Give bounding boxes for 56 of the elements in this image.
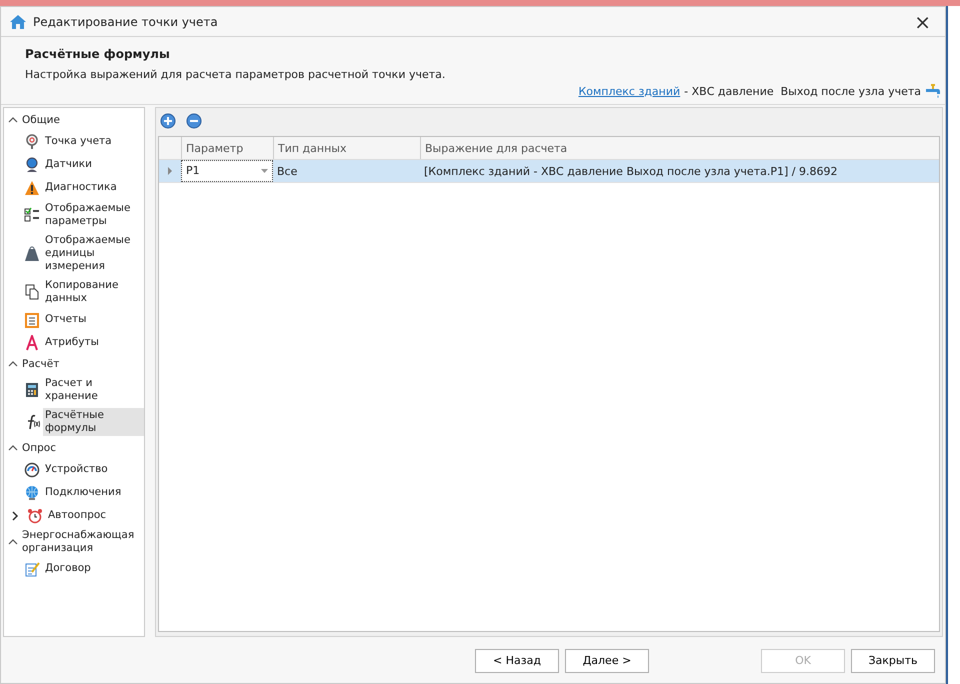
nav-item[interactable]: Автоопрос	[46, 508, 108, 523]
nav-item[interactable]: Договор	[43, 561, 93, 576]
dialog-button[interactable]: Закрыть	[851, 649, 935, 673]
nav-item[interactable]: Подключения	[43, 485, 124, 500]
nav-item[interactable]: Отчеты	[43, 312, 88, 327]
nav-item[interactable]: Расчётные формулы	[43, 408, 144, 436]
copy-icon	[24, 284, 40, 300]
nav-item[interactable]: Датчики	[43, 157, 94, 172]
collapse-icon[interactable]	[8, 537, 18, 547]
dropdown-arrow-icon[interactable]	[261, 169, 268, 173]
house-icon	[9, 14, 27, 30]
webcam-icon	[24, 156, 40, 172]
collapse-icon[interactable]	[8, 115, 18, 125]
gauge-icon	[24, 462, 40, 478]
nav-item[interactable]: Атрибуты	[43, 335, 101, 350]
nav-item[interactable]: Отображаемые параметры	[43, 201, 144, 229]
collapse-icon[interactable]	[8, 359, 18, 369]
page-title: Расчётные формулы	[25, 47, 171, 62]
group-label: Общие	[22, 114, 60, 126]
table-cell-text: [Комплекс зданий - ХВС давление Выход после узла учета.P1] / 9.8692	[423, 164, 838, 180]
column-header[interactable]: Параметр	[181, 137, 273, 159]
nav-item[interactable]: Копирование данных	[43, 278, 144, 306]
weight-icon	[24, 246, 40, 262]
close-button[interactable]: ×	[908, 12, 937, 32]
nav-item[interactable]: Расчет и хранение	[43, 376, 144, 404]
group-label: Энергоснабжающая организация	[22, 529, 136, 555]
remove-icon[interactable]	[186, 113, 202, 129]
collapse-icon[interactable]	[8, 443, 18, 453]
parameter-dropdown[interactable]: P1	[186, 162, 200, 180]
expand-icon[interactable]	[10, 510, 20, 520]
object-path: - ХВС давление Выход после узла учета	[684, 84, 921, 100]
clipboard-icon	[24, 312, 40, 328]
add-icon[interactable]	[160, 113, 176, 129]
alarm-clock-icon	[27, 508, 43, 524]
table-cell-text: Все	[276, 164, 298, 180]
pin-icon	[24, 134, 40, 150]
column-header[interactable]: Тип данных	[273, 137, 420, 159]
faucet-icon	[925, 84, 941, 100]
nav-item[interactable]: Отображаемые единицы измерения	[43, 233, 144, 274]
checklist-icon	[24, 207, 40, 223]
object-link[interactable]: Комплекс зданий	[578, 84, 680, 100]
notepad-pencil-icon	[24, 560, 40, 576]
group-label: Опрос	[22, 442, 56, 454]
dialog-button[interactable]: < Назад	[475, 649, 559, 673]
group-label: Расчёт	[22, 358, 60, 370]
window-title: Редактирование точки учета	[33, 14, 219, 30]
nav-item[interactable]: Диагностика	[43, 180, 119, 195]
column-header[interactable]: Выражение для расчета	[420, 137, 939, 159]
globe-icon	[24, 484, 40, 500]
letter-a-icon	[24, 334, 40, 350]
page-description: Настройка выражений для расчета параметров расчетной точки учета.	[25, 67, 446, 84]
warning-icon	[24, 180, 40, 196]
dialog-button[interactable]: Далее >	[565, 649, 649, 673]
nav-item[interactable]: Устройство	[43, 462, 110, 477]
nav-item[interactable]: Точка учета	[43, 134, 114, 149]
calculator-icon	[24, 382, 40, 398]
